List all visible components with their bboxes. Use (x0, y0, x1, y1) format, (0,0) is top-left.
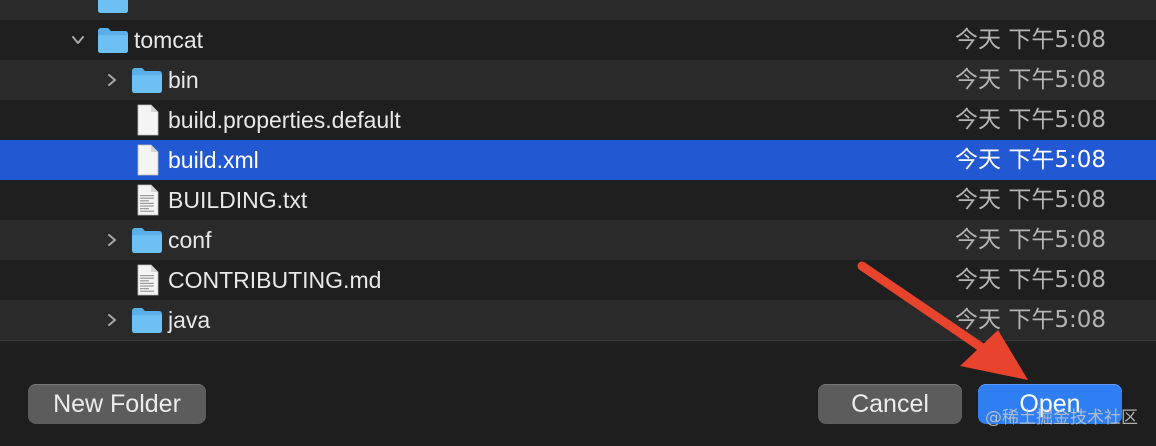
date-modified: 今天 下午5:08 (955, 107, 1106, 133)
date-modified: 今天 下午5:08 (955, 187, 1106, 213)
new-folder-button[interactable]: New Folder (28, 384, 206, 424)
date-modified: 今天 下午5:08 (955, 67, 1106, 93)
chevron-down-icon[interactable] (70, 32, 86, 48)
folder-icon (130, 64, 164, 96)
folder-icon (130, 224, 164, 256)
file-name: build.properties.default (168, 107, 401, 133)
dialog-footer: New Folder Cancel Open (0, 341, 1156, 446)
file-row[interactable] (0, 0, 1156, 20)
document-icon (130, 104, 164, 136)
date-modified: 今天 下午5:08 (955, 147, 1106, 173)
text-document-icon (130, 264, 164, 296)
text-document-icon (130, 184, 164, 216)
cancel-button[interactable]: Cancel (818, 384, 962, 424)
file-row[interactable]: build.properties.default 今天 下午5:08 (0, 100, 1156, 140)
file-name: conf (168, 227, 212, 253)
file-name: tomcat (134, 27, 204, 53)
folder-icon (96, 0, 130, 16)
chevron-right-icon[interactable] (104, 72, 120, 88)
file-row[interactable]: bin 今天 下午5:08 (0, 60, 1156, 100)
chevron-right-icon[interactable] (104, 312, 120, 328)
date-modified: 今天 下午5:08 (955, 267, 1106, 293)
date-modified: 今天 下午5:08 (955, 27, 1106, 53)
file-name: bin (168, 67, 199, 93)
date-modified: 今天 下午5:08 (955, 227, 1106, 253)
document-icon (130, 144, 164, 176)
file-list[interactable]: tomcat 今天 下午5:08 bin 今天 下午5:08 build.propert… (0, 0, 1156, 340)
file-name: BUILDING.txt (168, 187, 308, 213)
file-name: CONTRIBUTING.md (168, 267, 382, 293)
file-row[interactable]: conf 今天 下午5:08 (0, 220, 1156, 260)
watermark: @稀土掘金技术社区 (985, 408, 1138, 428)
file-name: java (168, 307, 211, 333)
chevron-right-icon[interactable] (104, 232, 120, 248)
date-modified: 今天 下午5:08 (955, 307, 1106, 333)
file-row[interactable]: tomcat 今天 下午5:08 (0, 20, 1156, 60)
file-row[interactable]: CONTRIBUTING.md 今天 下午5:08 (0, 260, 1156, 300)
folder-icon (96, 24, 130, 56)
file-name: build.xml (168, 147, 259, 173)
file-row[interactable]: BUILDING.txt 今天 下午5:08 (0, 180, 1156, 220)
file-row-selected[interactable]: build.xml 今天 下午5:08 (0, 140, 1156, 180)
folder-icon (130, 304, 164, 336)
file-row[interactable]: java 今天 下午5:08 (0, 300, 1156, 340)
